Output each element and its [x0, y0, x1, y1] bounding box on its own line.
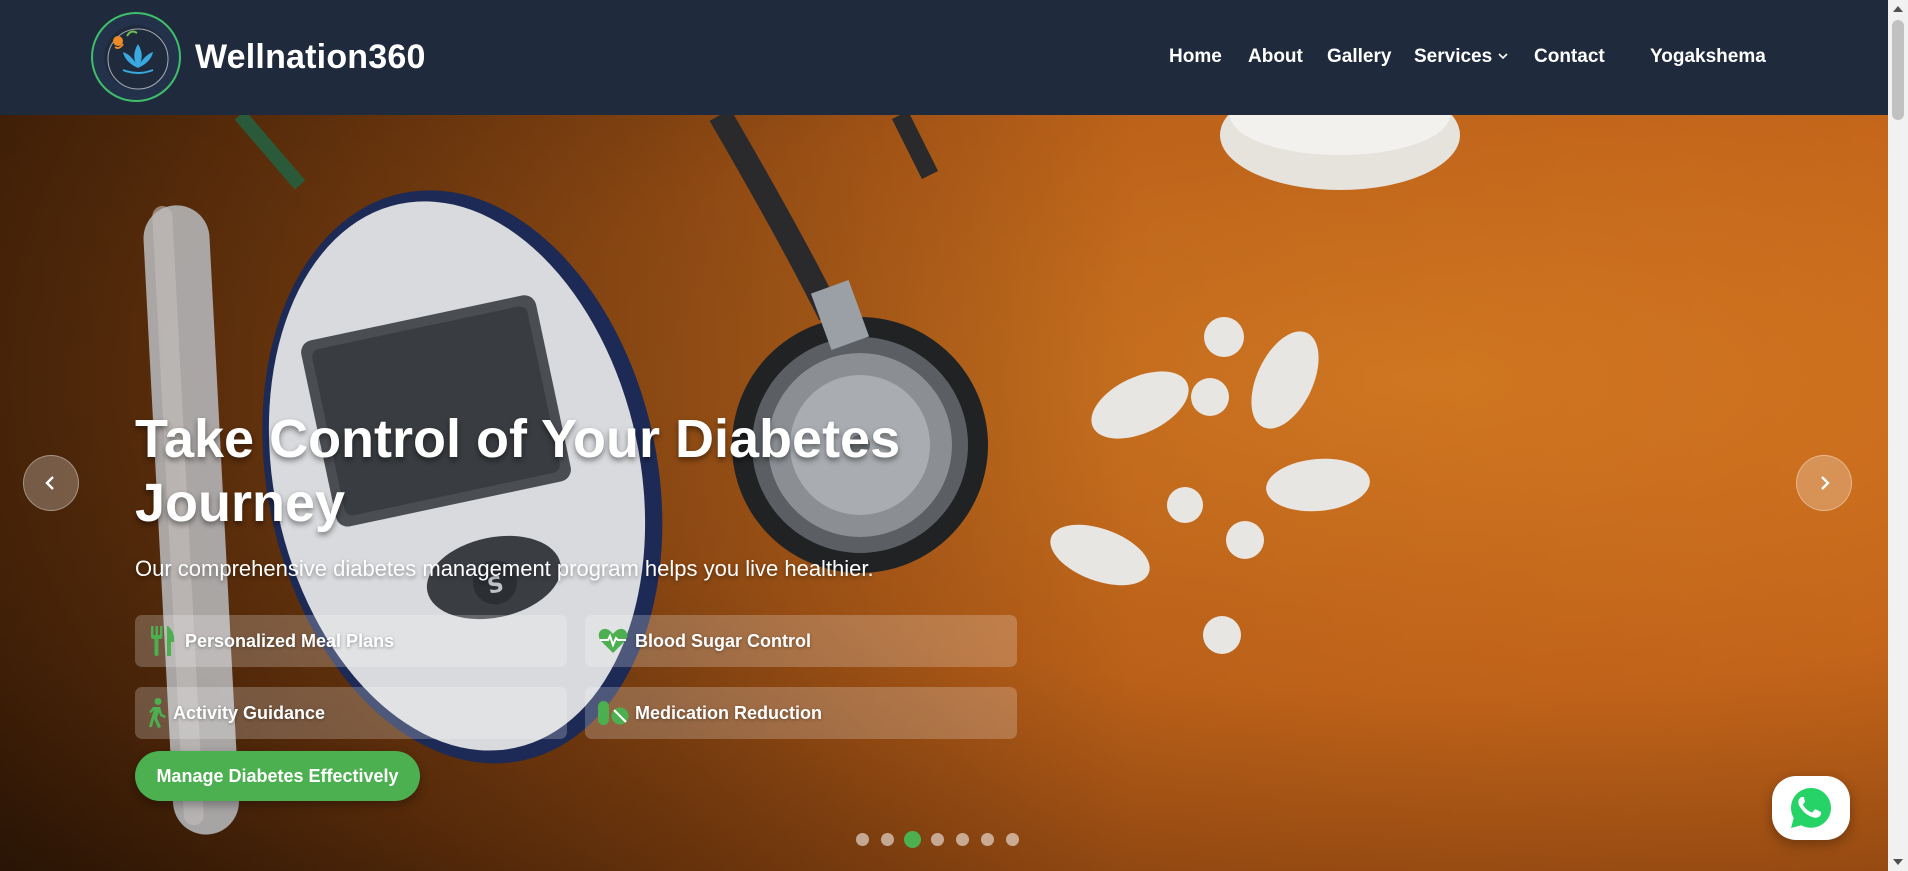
carousel-dot-5[interactable] [956, 833, 969, 846]
nav-yogakshema[interactable]: Yogakshema [1650, 46, 1766, 68]
feature-label: Activity Guidance [173, 702, 326, 723]
brand-logo[interactable] [91, 12, 181, 102]
carousel-dot-7[interactable] [1006, 833, 1019, 846]
manage-diabetes-button[interactable]: Manage Diabetes Effectively [135, 751, 420, 801]
carousel-prev-button[interactable] [23, 455, 79, 511]
chevron-right-icon [1821, 476, 1830, 490]
scroll-up-arrow-icon[interactable] [1893, 6, 1903, 12]
chevron-left-icon [45, 476, 54, 490]
chevron-down-icon[interactable] [1498, 52, 1508, 60]
feature-activity-guidance: Activity Guidance [135, 687, 567, 739]
whatsapp-icon [1791, 788, 1831, 828]
page-scrollbar[interactable] [1888, 0, 1908, 871]
feature-blood-sugar-control: Blood Sugar Control [585, 615, 1017, 667]
carousel-dot-4[interactable] [931, 833, 944, 846]
nav-about[interactable]: About [1248, 46, 1303, 68]
carousel-next-button[interactable] [1796, 455, 1852, 511]
scrollbar-thumb[interactable] [1892, 20, 1904, 120]
nav-services[interactable]: Services [1414, 46, 1492, 68]
nav-home[interactable]: Home [1169, 46, 1222, 68]
feature-label: Blood Sugar Control [635, 630, 811, 651]
carousel-dot-2[interactable] [881, 833, 894, 846]
pills-icon [596, 696, 630, 730]
hero-title: Take Control of Your Diabetes Journey [135, 409, 901, 533]
lotus-logo-icon [107, 28, 169, 90]
site-header: Wellnation360 Home About Gallery Service… [0, 0, 1888, 115]
carousel-dot-1[interactable] [856, 833, 869, 846]
carousel-dot-3[interactable] [904, 831, 921, 848]
feature-label: Medication Reduction [635, 702, 823, 723]
heartbeat-icon [596, 624, 630, 658]
feature-label: Personalized Meal Plans [185, 630, 395, 651]
scroll-down-arrow-icon[interactable] [1893, 859, 1903, 865]
nav-contact[interactable]: Contact [1534, 46, 1605, 68]
walking-icon [146, 696, 168, 730]
carousel-dot-6[interactable] [981, 833, 994, 846]
feature-personalized-meal-plans: Personalized Meal Plans [135, 615, 567, 667]
utensils-icon [146, 624, 180, 658]
whatsapp-button[interactable] [1772, 776, 1850, 840]
hero-subtitle: Our comprehensive diabetes management pr… [135, 556, 874, 581]
feature-medication-reduction: Medication Reduction [585, 687, 1017, 739]
nav-gallery[interactable]: Gallery [1327, 46, 1391, 68]
brand-name[interactable]: Wellnation360 [195, 38, 426, 77]
hero-carousel: S Take Control of Your Diabetes Journey … [0, 115, 1888, 871]
